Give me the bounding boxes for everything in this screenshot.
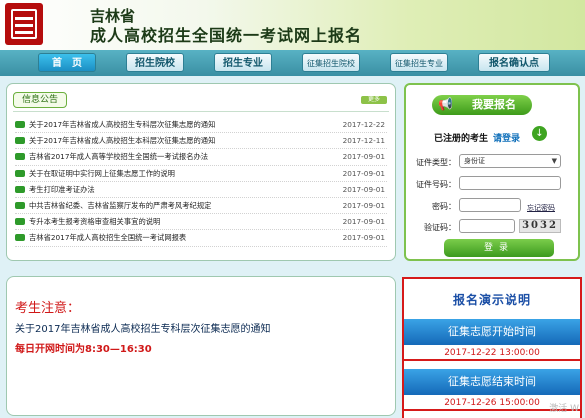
bullet-icon <box>15 153 25 161</box>
captcha-image[interactable]: 3032 <box>519 219 561 233</box>
divider <box>13 111 389 112</box>
notice-item-title[interactable]: 吉林省2017年成人高校招生全国统一考试网报表 <box>29 230 329 246</box>
registered-prompt: 已注册的考生 请登录 <box>434 131 520 144</box>
site-header: 吉林省 成人高校招生全国统一考试网上报名 <box>0 0 585 50</box>
demo-header[interactable]: 报名演示说明 <box>404 277 580 319</box>
notice-item[interactable]: 关于2017年吉林省成人高校招生本科层次征集志愿的通知 2017-12-11 <box>15 133 387 150</box>
attention-panel: 考生注意： 关于2017年吉林省成人高校招生专科层次征集志愿的通知 每日开网时间… <box>6 276 396 416</box>
notice-item[interactable]: 中共吉林省纪委、吉林省监察厅发布的严肃考风考纪规定 2017-09-01 <box>15 198 387 215</box>
notice-item-date: 2017-09-01 <box>342 152 385 162</box>
notice-item-title[interactable]: 关于2017年吉林省成人高校招生专科层次征集志愿的通知 <box>29 117 329 133</box>
notice-tab[interactable]: 信息公告 <box>13 92 67 108</box>
arrow-down-icon[interactable]: ↓ <box>532 126 547 141</box>
notice-item-title[interactable]: 关于2017年吉林省成人高校招生本科层次征集志愿的通知 <box>29 133 329 149</box>
site-logo-icon <box>5 3 43 45</box>
start-time-value: 2017-12-22 13:00:00 <box>404 345 580 361</box>
doc-type-label: 证件类型： <box>416 158 456 167</box>
site-title-line2: 成人高校招生全国统一考试网上报名 <box>90 26 363 45</box>
notice-item-date: 2017-09-01 <box>342 184 385 194</box>
doc-type-select[interactable]: 身份证 ▼ <box>459 154 561 168</box>
bullet-icon <box>15 201 25 209</box>
notice-panel: 信息公告 更多 关于2017年吉林省成人高校招生专科层次征集志愿的通知 2017-… <box>6 83 396 261</box>
notice-item[interactable]: 关于2017年吉林省成人高校招生专科层次征集志愿的通知 2017-12-22 <box>15 117 387 134</box>
notice-item-title[interactable]: 专升本考生报考资格审查相关事宜的说明 <box>29 214 329 230</box>
notice-item[interactable]: 吉林省2017年成人高等学校招生全国统一考试报名办法 2017-09-01 <box>15 149 387 166</box>
captcha-label: 验证码： <box>424 223 456 232</box>
notice-item-date: 2017-09-01 <box>342 200 385 210</box>
notice-item-title[interactable]: 关于在取证明中实行网上征集志愿工作的说明 <box>29 166 329 182</box>
bullet-icon <box>15 185 25 193</box>
chevron-down-icon: ▼ <box>551 157 557 165</box>
site-title-line1: 吉林省 <box>90 7 136 25</box>
attention-link[interactable]: 关于2017年吉林省成人高校招生专科层次征集志愿的通知 <box>15 320 270 335</box>
notice-item-title[interactable]: 吉林省2017年成人高等学校招生全国统一考试报名办法 <box>29 149 329 165</box>
register-panel: 我要报名 📢 已注册的考生 请登录 ↓ 证件类型： 身份证 ▼ 证件号码： 密码：… <box>404 83 580 261</box>
captcha-input[interactable] <box>459 219 515 233</box>
notice-item-date: 2017-09-01 <box>342 233 385 243</box>
registered-prompt-text: 已注册的考生 <box>434 134 489 144</box>
attention-title: 考生注意： <box>15 301 81 316</box>
password-label: 密码： <box>432 202 456 211</box>
attention-open-time: 每日开网时间为8:30—16:30 <box>15 344 152 355</box>
notice-item-date: 2017-09-01 <box>342 168 385 178</box>
nav-home[interactable]: 首 页 <box>38 53 96 72</box>
forgot-password-link[interactable]: 忘记密码 <box>527 203 555 213</box>
notice-list: 关于2017年吉林省成人高校招生专科层次征集志愿的通知 2017-12-22 关于… <box>15 117 387 247</box>
main-nav: 首 页 招生院校 招生专业 征集招生院校 征集招生专业 报名确认点 <box>0 50 585 76</box>
start-time-label: 征集志愿开始时间 <box>404 319 580 345</box>
doc-no-label: 证件号码： <box>416 180 456 189</box>
bullet-icon <box>15 137 25 145</box>
activation-watermark: 激活 W <box>549 404 579 414</box>
bullet-icon <box>15 121 25 128</box>
megaphone-icon: 📢 <box>438 97 453 111</box>
demo-panel: 报名演示说明 征集志愿开始时间 2017-12-22 13:00:00 征集志愿… <box>402 277 582 418</box>
demo-header-text: 报名演示说明 <box>452 293 531 307</box>
notice-item-date: 2017-12-22 <box>342 120 385 129</box>
bullet-icon <box>15 169 25 177</box>
notice-item-date: 2017-12-11 <box>342 136 385 146</box>
bullet-icon <box>15 234 25 242</box>
notice-more-button[interactable]: 更多 <box>361 96 387 104</box>
nav-supplement-schools[interactable]: 征集招生院校 <box>302 53 360 72</box>
notice-item[interactable]: 吉林省2017年成人高校招生全国统一考试网报表 2017-09-01 <box>15 230 387 247</box>
site-title: 吉林省 成人高校招生全国统一考试网上报名 <box>90 6 362 46</box>
nav-supplement-majors[interactable]: 征集招生专业 <box>390 53 448 72</box>
bullet-icon <box>15 218 25 226</box>
notice-item-date: 2017-09-01 <box>342 217 385 227</box>
login-link[interactable]: 请登录 <box>493 134 520 144</box>
notice-item-title[interactable]: 中共吉林省纪委、吉林省监察厅发布的严肃考风考纪规定 <box>29 198 329 214</box>
password-input[interactable] <box>459 198 521 212</box>
nav-confirm-points[interactable]: 报名确认点 <box>478 53 550 72</box>
nav-majors[interactable]: 招生专业 <box>214 53 272 72</box>
login-button[interactable]: 登录 <box>444 239 554 257</box>
nav-schools[interactable]: 招生院校 <box>126 53 184 72</box>
notice-item[interactable]: 专升本考生报考资格审查相关事宜的说明 2017-09-01 <box>15 214 387 231</box>
notice-item[interactable]: 关于在取证明中实行网上征集志愿工作的说明 2017-09-01 <box>15 166 387 182</box>
end-time-label: 征集志愿结束时间 <box>404 369 580 395</box>
notice-item-title[interactable]: 考生打印准考证办法 <box>29 182 329 198</box>
doc-type-value: 身份证 <box>464 157 485 165</box>
doc-no-input[interactable] <box>459 176 561 190</box>
notice-item[interactable]: 考生打印准考证办法 2017-09-01 <box>15 182 387 198</box>
